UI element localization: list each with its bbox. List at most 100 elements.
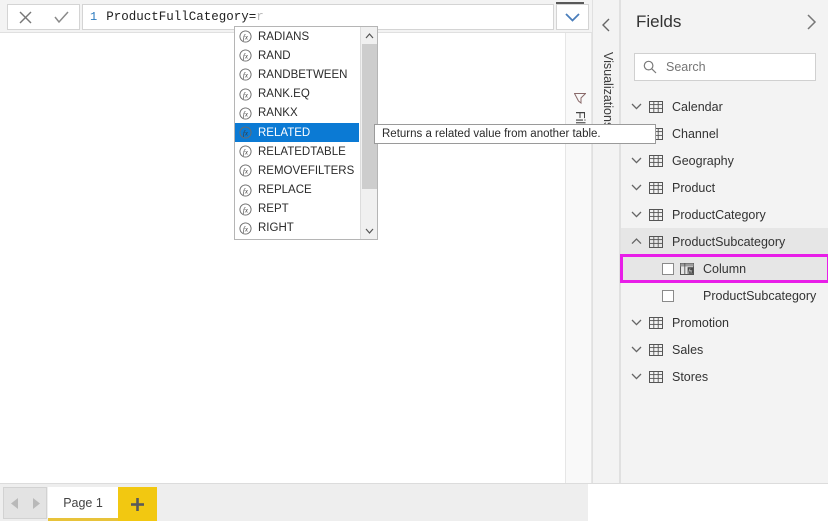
field-item-row[interactable]: fx Column bbox=[621, 255, 828, 282]
field-table-label: Geography bbox=[670, 154, 734, 168]
search-box[interactable] bbox=[634, 53, 816, 81]
autocomplete-item-label: RADIANS bbox=[258, 31, 309, 43]
fx-icon: fx bbox=[239, 222, 252, 235]
triangle-left-icon bbox=[11, 498, 19, 509]
autocomplete-item[interactable]: fxRIGHT bbox=[235, 219, 359, 238]
search-input[interactable] bbox=[664, 59, 799, 75]
scrollbar-thumb[interactable] bbox=[362, 44, 377, 189]
autocomplete-item[interactable]: fxREPLACE bbox=[235, 181, 359, 200]
table-icon bbox=[649, 236, 663, 248]
close-icon bbox=[19, 11, 32, 24]
svg-text:fx: fx bbox=[243, 34, 249, 42]
autocomplete-item-label: RANK.EQ bbox=[258, 88, 310, 100]
field-table-row[interactable]: Sales bbox=[621, 336, 828, 363]
chevron-up-icon[interactable] bbox=[631, 238, 642, 245]
chevron-right-icon[interactable] bbox=[806, 14, 817, 30]
fx-icon: fx bbox=[239, 88, 252, 101]
autocomplete-item[interactable]: fxRANDBETWEEN bbox=[235, 65, 359, 84]
commit-formula-button[interactable] bbox=[46, 5, 76, 29]
table-icon bbox=[649, 371, 663, 383]
page-navigation-buttons bbox=[3, 487, 47, 519]
svg-text:fx: fx bbox=[243, 110, 249, 118]
autocomplete-item[interactable]: fx RANK.EQ bbox=[235, 85, 359, 104]
autocomplete-item-label: REPT bbox=[258, 203, 289, 215]
filters-pane-collapsed[interactable]: Filter bbox=[565, 33, 592, 483]
chevron-up-icon bbox=[365, 33, 374, 39]
field-table-row[interactable]: Promotion bbox=[621, 309, 828, 336]
autocomplete-item-label: RANKX bbox=[258, 107, 298, 119]
field-table-row[interactable]: ProductSubcategory bbox=[621, 228, 828, 255]
field-checkbox[interactable] bbox=[662, 290, 674, 302]
chevron-down-icon[interactable] bbox=[631, 103, 642, 110]
tooltip-text: Returns a related value from another tab… bbox=[382, 128, 601, 140]
function-tooltip: Returns a related value from another tab… bbox=[374, 124, 656, 144]
field-table-label: ProductSubcategory bbox=[670, 235, 785, 249]
autocomplete-item-label: RELATEDTABLE bbox=[258, 146, 346, 158]
autocomplete-item[interactable]: fx RELATEDTABLE bbox=[235, 142, 359, 161]
svg-text:fx: fx bbox=[243, 91, 249, 99]
scrollbar-down-button[interactable] bbox=[361, 222, 378, 239]
field-checkbox[interactable] bbox=[662, 263, 674, 275]
fx-icon: fx bbox=[239, 145, 252, 158]
chevron-down-icon[interactable] bbox=[631, 157, 642, 164]
svg-text:fx: fx bbox=[243, 72, 249, 80]
fx-icon: fx bbox=[239, 126, 252, 139]
svg-text:fx: fx bbox=[243, 168, 249, 176]
previous-page-button[interactable] bbox=[6, 489, 24, 517]
chevron-down-icon[interactable] bbox=[631, 184, 642, 191]
formula-bar-expand-button[interactable] bbox=[556, 4, 589, 30]
cancel-formula-button[interactable] bbox=[11, 5, 41, 29]
fields-title: Fields bbox=[636, 12, 681, 32]
field-table-row[interactable]: Product bbox=[621, 174, 828, 201]
field-table-label: Sales bbox=[670, 343, 703, 357]
field-table-row[interactable]: Calendar bbox=[621, 93, 828, 120]
triangle-right-icon bbox=[32, 498, 40, 509]
formula-autocomplete-dropdown[interactable]: fxRADIANSfxRANDfxRANDBETWEENfxRANK.EQfxR… bbox=[234, 26, 378, 240]
table-icon bbox=[649, 101, 663, 113]
autocomplete-item[interactable]: fx RANKX bbox=[235, 104, 359, 123]
field-table-label: Promotion bbox=[670, 316, 729, 330]
visualizations-pane-label: Visualizations bbox=[601, 52, 615, 128]
svg-text:fx: fx bbox=[243, 130, 249, 138]
autocomplete-item[interactable]: fx REPT bbox=[235, 200, 359, 219]
visualizations-pane-collapsed[interactable]: Visualizations bbox=[592, 0, 620, 483]
field-item-label: Column bbox=[700, 262, 746, 276]
field-table-label: Calendar bbox=[670, 100, 723, 114]
autocomplete-item[interactable]: fxRELATED bbox=[235, 123, 359, 142]
scrollbar-up-button[interactable] bbox=[361, 27, 377, 44]
fields-pane: Fields CalendarChannelGeographyProductPr… bbox=[620, 0, 828, 483]
table-icon bbox=[649, 317, 663, 329]
fx-icon: fx bbox=[239, 164, 252, 177]
chevron-left-icon[interactable] bbox=[601, 18, 611, 32]
field-item-row[interactable]: ProductSubcategory bbox=[621, 282, 828, 309]
formula-ghost-text: r bbox=[256, 10, 264, 24]
plus-icon bbox=[130, 497, 145, 512]
autocomplete-list: fxRADIANSfxRANDfxRANDBETWEENfxRANK.EQfxR… bbox=[235, 27, 359, 238]
page-tab-page-1[interactable]: Page 1 bbox=[48, 487, 118, 521]
chevron-down-icon[interactable] bbox=[631, 346, 642, 353]
field-table-label: Channel bbox=[670, 127, 719, 141]
fx-icon: fx bbox=[239, 30, 252, 43]
formula-text: ProductFullCategory= bbox=[106, 10, 256, 24]
field-table-row[interactable]: Geography bbox=[621, 147, 828, 174]
next-page-button[interactable] bbox=[27, 489, 45, 517]
autocomplete-item[interactable]: fxREMOVEFILTERS bbox=[235, 161, 359, 180]
chevron-down-icon[interactable] bbox=[631, 373, 642, 380]
chevron-down-icon[interactable] bbox=[631, 211, 642, 218]
filter-funnel-icon bbox=[574, 93, 586, 104]
field-table-row[interactable]: ProductCategory bbox=[621, 201, 828, 228]
table-icon bbox=[649, 344, 663, 356]
autocomplete-item[interactable]: fx RADIANS bbox=[235, 27, 359, 46]
calculated-column-icon: fx bbox=[680, 263, 694, 275]
formula-action-buttons bbox=[7, 4, 80, 30]
table-icon bbox=[649, 182, 663, 194]
svg-text:fx: fx bbox=[243, 206, 249, 214]
fx-icon: fx bbox=[239, 203, 252, 216]
formula-line-number: 1 bbox=[83, 10, 106, 24]
add-page-button[interactable] bbox=[118, 487, 157, 521]
chevron-down-icon[interactable] bbox=[631, 319, 642, 326]
search-icon bbox=[643, 60, 657, 74]
table-icon bbox=[649, 155, 663, 167]
field-table-row[interactable]: Stores bbox=[621, 363, 828, 390]
autocomplete-item[interactable]: fxRAND bbox=[235, 46, 359, 65]
